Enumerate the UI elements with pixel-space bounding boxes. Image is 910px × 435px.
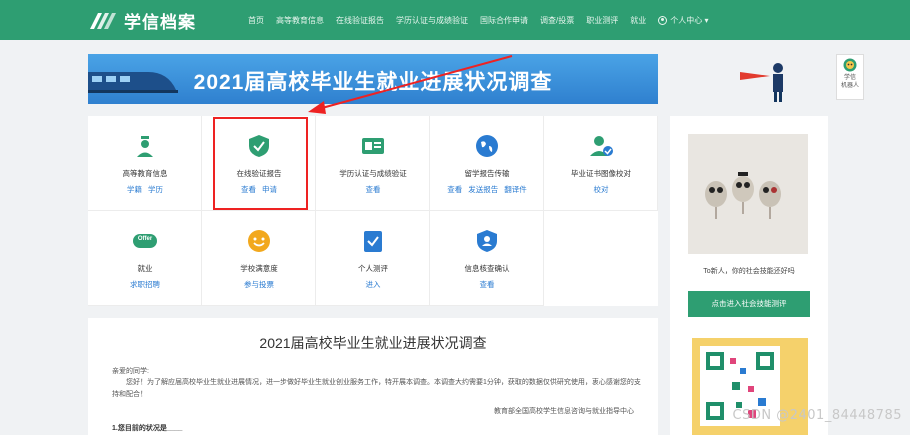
- nav-item-international[interactable]: 国际合作申请: [480, 15, 528, 26]
- link-send-report[interactable]: 发送报告: [468, 185, 498, 194]
- graduate-icon: [137, 136, 153, 157]
- user-center-label: 个人中心 ▾: [670, 15, 709, 25]
- survey-title: 2021届高校毕业生就业进展状况调查: [259, 335, 487, 351]
- social-skill-test-button[interactable]: 点击进入社会技能测评: [688, 291, 810, 317]
- robot-icon: [843, 58, 857, 72]
- survey-banner[interactable]: 2021届高校毕业生就业进展状况调查: [88, 54, 658, 104]
- link-view[interactable]: 查看: [366, 185, 381, 194]
- link-translation[interactable]: 翻译件: [504, 185, 527, 194]
- service-certificate-card[interactable]: 学历认证与成绩验证 查看: [316, 116, 430, 211]
- chat-robot[interactable]: 学信 机器人: [836, 54, 864, 100]
- side-panel: To新人，你的社会技能还好吗 点击进入社会技能测评: [670, 116, 828, 435]
- service-title: 信息核查确认: [464, 264, 510, 273]
- service-links: 查看 发送报告 翻译件: [430, 184, 544, 195]
- user-center-menu[interactable]: 个人中心 ▾: [658, 15, 708, 26]
- certificate-card-icon: [362, 138, 384, 154]
- link-view[interactable]: 查看: [480, 280, 495, 289]
- link-proofread[interactable]: 校对: [594, 185, 609, 194]
- service-links: 校对: [544, 184, 658, 195]
- banner-figure: [740, 63, 783, 102]
- main-nav: 首页 高等教育信息 在线验证报告 学历认证与成绩验证 国际合作申请 调查/投票 …: [248, 0, 720, 40]
- service-user-check[interactable]: 毕业证书图像校对 校对: [544, 116, 658, 211]
- link-view[interactable]: 查看: [447, 185, 462, 194]
- checklist-icon: [364, 231, 382, 252]
- service-globe[interactable]: 留学报告传输 查看 发送报告 翻译件: [430, 116, 544, 211]
- service-title: 个人测评: [358, 264, 388, 273]
- survey-intro: 您好！为了解应届高校毕业生就业进展情况，进一步做好毕业生就业创业服务工作，特开展…: [112, 379, 641, 398]
- link-vote[interactable]: 参与投票: [244, 280, 274, 289]
- promo-caption: To新人，你的社会技能还好吗: [703, 268, 795, 275]
- nav-item-career-test[interactable]: 职业测评: [586, 15, 618, 26]
- nav-item-higher-edu[interactable]: 高等教育信息: [276, 15, 324, 26]
- smile-icon: [248, 230, 270, 252]
- nav-item-online-report[interactable]: 在线验证报告: [336, 15, 384, 26]
- nav-item-survey[interactable]: 调查/投票: [540, 15, 574, 26]
- service-links: 进入: [316, 279, 430, 290]
- watermark: CSDN @2401_84448785: [732, 408, 902, 423]
- survey-section: 2021届高校毕业生就业进展状况调查 亲爱的同学: 您好！为了解应届高校毕业生就…: [88, 318, 658, 435]
- survey-signature: 教育部全国高校学生信息咨询与就业指导中心: [494, 408, 634, 415]
- robot-label: 学信 机器人: [841, 74, 859, 90]
- globe-icon: [476, 135, 498, 157]
- link-xueji[interactable]: 学籍: [127, 185, 142, 194]
- service-shield-user[interactable]: 信息核查确认 查看: [430, 211, 544, 306]
- service-graduate[interactable]: 高等教育信息学籍 学历: [88, 116, 202, 211]
- logo-icon: [90, 13, 116, 29]
- service-title: 留学报告传输: [464, 169, 510, 178]
- brand-logo[interactable]: 学信档案: [88, 6, 196, 34]
- survey-question: 1.您目前的状况是____: [112, 425, 183, 432]
- top-navbar: 学信档案 首页 高等教育信息 在线验证报告 学历认证与成绩验证 国际合作申请 调…: [0, 0, 910, 40]
- service-title: 学历认证与成绩验证: [339, 169, 407, 178]
- link-enter[interactable]: 进入: [366, 280, 381, 289]
- robot-label-line1: 学信: [843, 75, 856, 81]
- user-check-icon: [590, 136, 613, 156]
- robot-label-line2: 机器人: [840, 83, 859, 89]
- service-smile[interactable]: 学校满意度 参与投票: [202, 211, 316, 306]
- promo-image[interactable]: [688, 134, 808, 254]
- survey-greeting: 亲爱的同学:: [112, 368, 149, 375]
- link-xueli[interactable]: 学历: [148, 185, 163, 194]
- service-title: 毕业证书图像校对: [571, 169, 631, 178]
- shield-user-icon: [477, 230, 497, 252]
- service-links: 查看: [316, 184, 430, 195]
- nav-item-employment[interactable]: 就业: [630, 15, 646, 26]
- link-job-search[interactable]: 求职招聘: [130, 280, 160, 289]
- highlight-box: [213, 117, 308, 210]
- service-checklist[interactable]: 个人测评 进入: [316, 211, 430, 306]
- promo-figures: [688, 134, 808, 254]
- service-links: 参与投票: [202, 279, 316, 290]
- nav-item-certification[interactable]: 学历认证与成绩验证: [396, 15, 468, 26]
- user-icon: [658, 15, 668, 25]
- service-title: 高等教育信息: [122, 169, 168, 178]
- service-title: 学校满意度: [240, 264, 278, 273]
- brand-name: 学信档案: [124, 12, 196, 32]
- service-links: 学籍 学历: [88, 184, 202, 195]
- service-offer-badge[interactable]: Offer 就业求职招聘: [88, 211, 202, 306]
- offer-badge-label: Offer: [137, 236, 153, 242]
- services-grid: 高等教育信息 学籍 学历 在线验证报告 查看 申请 学历认证与成绩验证 查看 留学报告传输 查看发…: [88, 116, 658, 306]
- service-links: 查看: [430, 279, 544, 290]
- nav-item-home[interactable]: 首页: [248, 15, 264, 26]
- service-title: 就业: [137, 264, 153, 273]
- service-links: 求职招聘: [88, 279, 202, 290]
- banner-title: 2021届高校毕业生就业进展状况调查: [193, 71, 553, 94]
